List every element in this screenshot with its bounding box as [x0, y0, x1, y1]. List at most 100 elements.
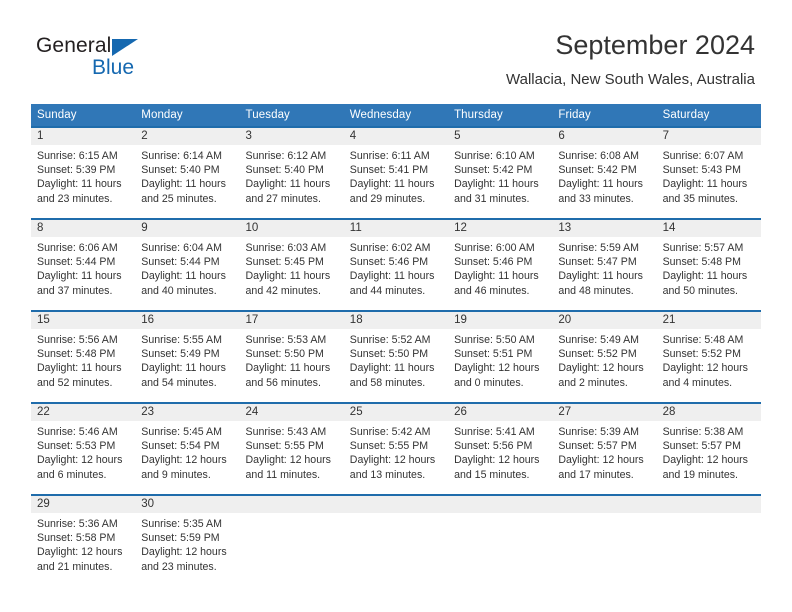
daylight-text: Daylight: 11 hours and 44 minutes. — [349, 270, 435, 297]
sunset-text: Sunset: 5:53 PM — [37, 440, 116, 453]
brand-name-blue: Blue — [92, 56, 135, 79]
day-cell[interactable]: Sunrise: 6:11 AM Sunset: 5:41 PM Dayligh… — [344, 145, 448, 218]
day-cell[interactable]: Sunrise: 6:10 AM Sunset: 5:42 PM Dayligh… — [448, 145, 552, 218]
daylight-text: Daylight: 11 hours and 25 minutes. — [141, 178, 226, 205]
day-name-tuesday: Tuesday — [245, 109, 290, 121]
sunrise-text: Sunrise: 6:06 AM — [37, 242, 118, 254]
daylight-text: Daylight: 12 hours and 6 minutes. — [37, 454, 123, 481]
sunset-text: Sunset: 5:46 PM — [349, 256, 429, 269]
day-cell[interactable]: Sunrise: 5:53 AM Sunset: 5:50 PM Dayligh… — [240, 329, 344, 402]
day-number: 15 — [37, 314, 50, 326]
sunrise-text: Sunrise: 6:03 AM — [245, 242, 327, 254]
day-number: 5 — [454, 130, 461, 142]
day-number: 19 — [454, 314, 467, 326]
sunrise-text: Sunrise: 6:00 AM — [454, 242, 535, 254]
day-name-thursday: Thursday — [454, 109, 503, 121]
brand-logo[interactable]: General Blue — [36, 34, 276, 90]
day-number: 23 — [141, 406, 155, 418]
day-cell[interactable]: Sunrise: 5:49 AM Sunset: 5:52 PM Dayligh… — [552, 329, 656, 402]
day-number-empty — [552, 496, 656, 513]
daylight-text: Daylight: 11 hours and 35 minutes. — [662, 178, 748, 205]
day-cell[interactable]: Sunrise: 6:00 AM Sunset: 5:46 PM Dayligh… — [448, 237, 552, 310]
day-cell[interactable]: Sunrise: 5:48 AM Sunset: 5:52 PM Dayligh… — [657, 329, 761, 402]
sunset-text: Sunset: 5:55 PM — [245, 440, 324, 453]
sunset-text: Sunset: 5:44 PM — [37, 256, 116, 269]
daylight-text: Daylight: 12 hours and 17 minutes. — [558, 454, 644, 481]
day-cell[interactable]: Sunrise: 6:12 AM Sunset: 5:40 PM Dayligh… — [240, 145, 344, 218]
week-day-details: Sunrise: 5:36 AM Sunset: 5:58 PM Dayligh… — [31, 513, 761, 586]
day-number-empty — [240, 496, 344, 513]
day-number: 21 — [662, 314, 676, 326]
daylight-text: Daylight: 11 hours and 29 minutes. — [349, 178, 435, 205]
daylight-text: Daylight: 12 hours and 9 minutes. — [141, 454, 227, 481]
sunrise-text: Sunrise: 5:48 AM — [662, 334, 744, 346]
day-cell[interactable]: Sunrise: 5:52 AM Sunset: 5:50 PM Dayligh… — [344, 329, 448, 402]
day-cell[interactable]: Sunrise: 6:02 AM Sunset: 5:46 PM Dayligh… — [344, 237, 448, 310]
sunrise-text: Sunrise: 5:50 AM — [454, 334, 535, 346]
day-cell[interactable]: Sunrise: 6:14 AM Sunset: 5:40 PM Dayligh… — [135, 145, 239, 218]
day-number: 7 — [662, 130, 669, 142]
day-number: 29 — [37, 498, 50, 510]
day-cell[interactable]: Sunrise: 5:35 AM Sunset: 5:59 PM Dayligh… — [135, 513, 239, 586]
daylight-text: Daylight: 12 hours and 13 minutes. — [349, 454, 436, 481]
day-cell[interactable]: Sunrise: 5:41 AM Sunset: 5:56 PM Dayligh… — [448, 421, 552, 494]
daylight-text: Daylight: 11 hours and 23 minutes. — [37, 178, 122, 205]
daylight-text: Daylight: 12 hours and 15 minutes. — [454, 454, 540, 481]
day-cell[interactable]: Sunrise: 5:59 AM Sunset: 5:47 PM Dayligh… — [552, 237, 656, 310]
day-number: 6 — [558, 130, 565, 142]
day-cell[interactable]: Sunrise: 5:38 AM Sunset: 5:57 PM Dayligh… — [657, 421, 761, 494]
sunrise-text: Sunrise: 5:46 AM — [37, 426, 118, 438]
day-cell[interactable]: Sunrise: 6:03 AM Sunset: 5:45 PM Dayligh… — [240, 237, 344, 310]
day-cell[interactable]: Sunrise: 6:06 AM Sunset: 5:44 PM Dayligh… — [31, 237, 135, 310]
sunrise-text: Sunrise: 5:38 AM — [662, 426, 744, 438]
sunrise-text: Sunrise: 6:14 AM — [141, 150, 222, 162]
sunset-text: Sunset: 5:55 PM — [349, 440, 429, 453]
sunset-text: Sunset: 5:54 PM — [141, 440, 220, 453]
daylight-text: Daylight: 11 hours and 50 minutes. — [662, 270, 748, 297]
day-cell[interactable]: Sunrise: 5:46 AM Sunset: 5:53 PM Dayligh… — [31, 421, 135, 494]
day-number: 3 — [245, 130, 252, 142]
daylight-text: Daylight: 12 hours and 11 minutes. — [245, 454, 331, 481]
sunset-text: Sunset: 5:51 PM — [454, 348, 533, 361]
daylight-text: Daylight: 11 hours and 58 minutes. — [349, 362, 435, 389]
sunset-text: Sunset: 5:57 PM — [662, 440, 741, 453]
day-number: 24 — [245, 406, 259, 418]
sunset-text: Sunset: 5:40 PM — [245, 164, 324, 177]
sunset-text: Sunset: 5:42 PM — [558, 164, 637, 177]
sunrise-text: Sunrise: 5:56 AM — [37, 334, 118, 346]
day-number: 1 — [37, 130, 44, 142]
day-number: 20 — [558, 314, 572, 326]
sunrise-text: Sunrise: 6:08 AM — [558, 150, 640, 162]
sunset-text: Sunset: 5:41 PM — [349, 164, 429, 177]
day-number: 11 — [349, 222, 362, 234]
day-cell[interactable]: Sunrise: 6:08 AM Sunset: 5:42 PM Dayligh… — [552, 145, 656, 218]
day-cell[interactable]: Sunrise: 5:43 AM Sunset: 5:55 PM Dayligh… — [240, 421, 344, 494]
day-name-monday: Monday — [141, 109, 183, 121]
daylight-text: Daylight: 12 hours and 21 minutes. — [37, 546, 123, 573]
day-number: 27 — [558, 406, 572, 418]
day-cell[interactable]: Sunrise: 5:36 AM Sunset: 5:58 PM Dayligh… — [31, 513, 135, 586]
week-day-numbers: 8 9 10 11 12 13 14 — [31, 220, 761, 237]
day-cell[interactable]: Sunrise: 5:39 AM Sunset: 5:57 PM Dayligh… — [552, 421, 656, 494]
day-cell[interactable]: Sunrise: 5:57 AM Sunset: 5:48 PM Dayligh… — [657, 237, 761, 310]
day-number: 9 — [141, 222, 148, 234]
sunset-text: Sunset: 5:48 PM — [37, 348, 116, 361]
sunrise-text: Sunrise: 5:53 AM — [245, 334, 327, 346]
day-number: 8 — [37, 222, 44, 234]
day-cell[interactable]: Sunrise: 6:04 AM Sunset: 5:44 PM Dayligh… — [135, 237, 239, 310]
day-cell[interactable]: Sunrise: 5:55 AM Sunset: 5:49 PM Dayligh… — [135, 329, 239, 402]
day-cell[interactable]: Sunrise: 5:42 AM Sunset: 5:55 PM Dayligh… — [344, 421, 448, 494]
day-cell-empty — [552, 513, 656, 586]
day-cell[interactable]: Sunrise: 5:56 AM Sunset: 5:48 PM Dayligh… — [31, 329, 135, 402]
sunset-text: Sunset: 5:47 PM — [558, 256, 637, 269]
day-number-empty — [657, 496, 761, 513]
sunrise-text: Sunrise: 5:43 AM — [245, 426, 327, 438]
day-number: 2 — [141, 130, 148, 142]
day-cell[interactable]: Sunrise: 5:45 AM Sunset: 5:54 PM Dayligh… — [135, 421, 239, 494]
sunset-text: Sunset: 5:52 PM — [662, 348, 741, 361]
sunset-text: Sunset: 5:40 PM — [141, 164, 220, 177]
week-day-details: Sunrise: 5:56 AM Sunset: 5:48 PM Dayligh… — [31, 329, 761, 402]
day-cell[interactable]: Sunrise: 6:15 AM Sunset: 5:39 PM Dayligh… — [31, 145, 135, 218]
day-cell[interactable]: Sunrise: 5:50 AM Sunset: 5:51 PM Dayligh… — [448, 329, 552, 402]
day-cell[interactable]: Sunrise: 6:07 AM Sunset: 5:43 PM Dayligh… — [657, 145, 761, 218]
